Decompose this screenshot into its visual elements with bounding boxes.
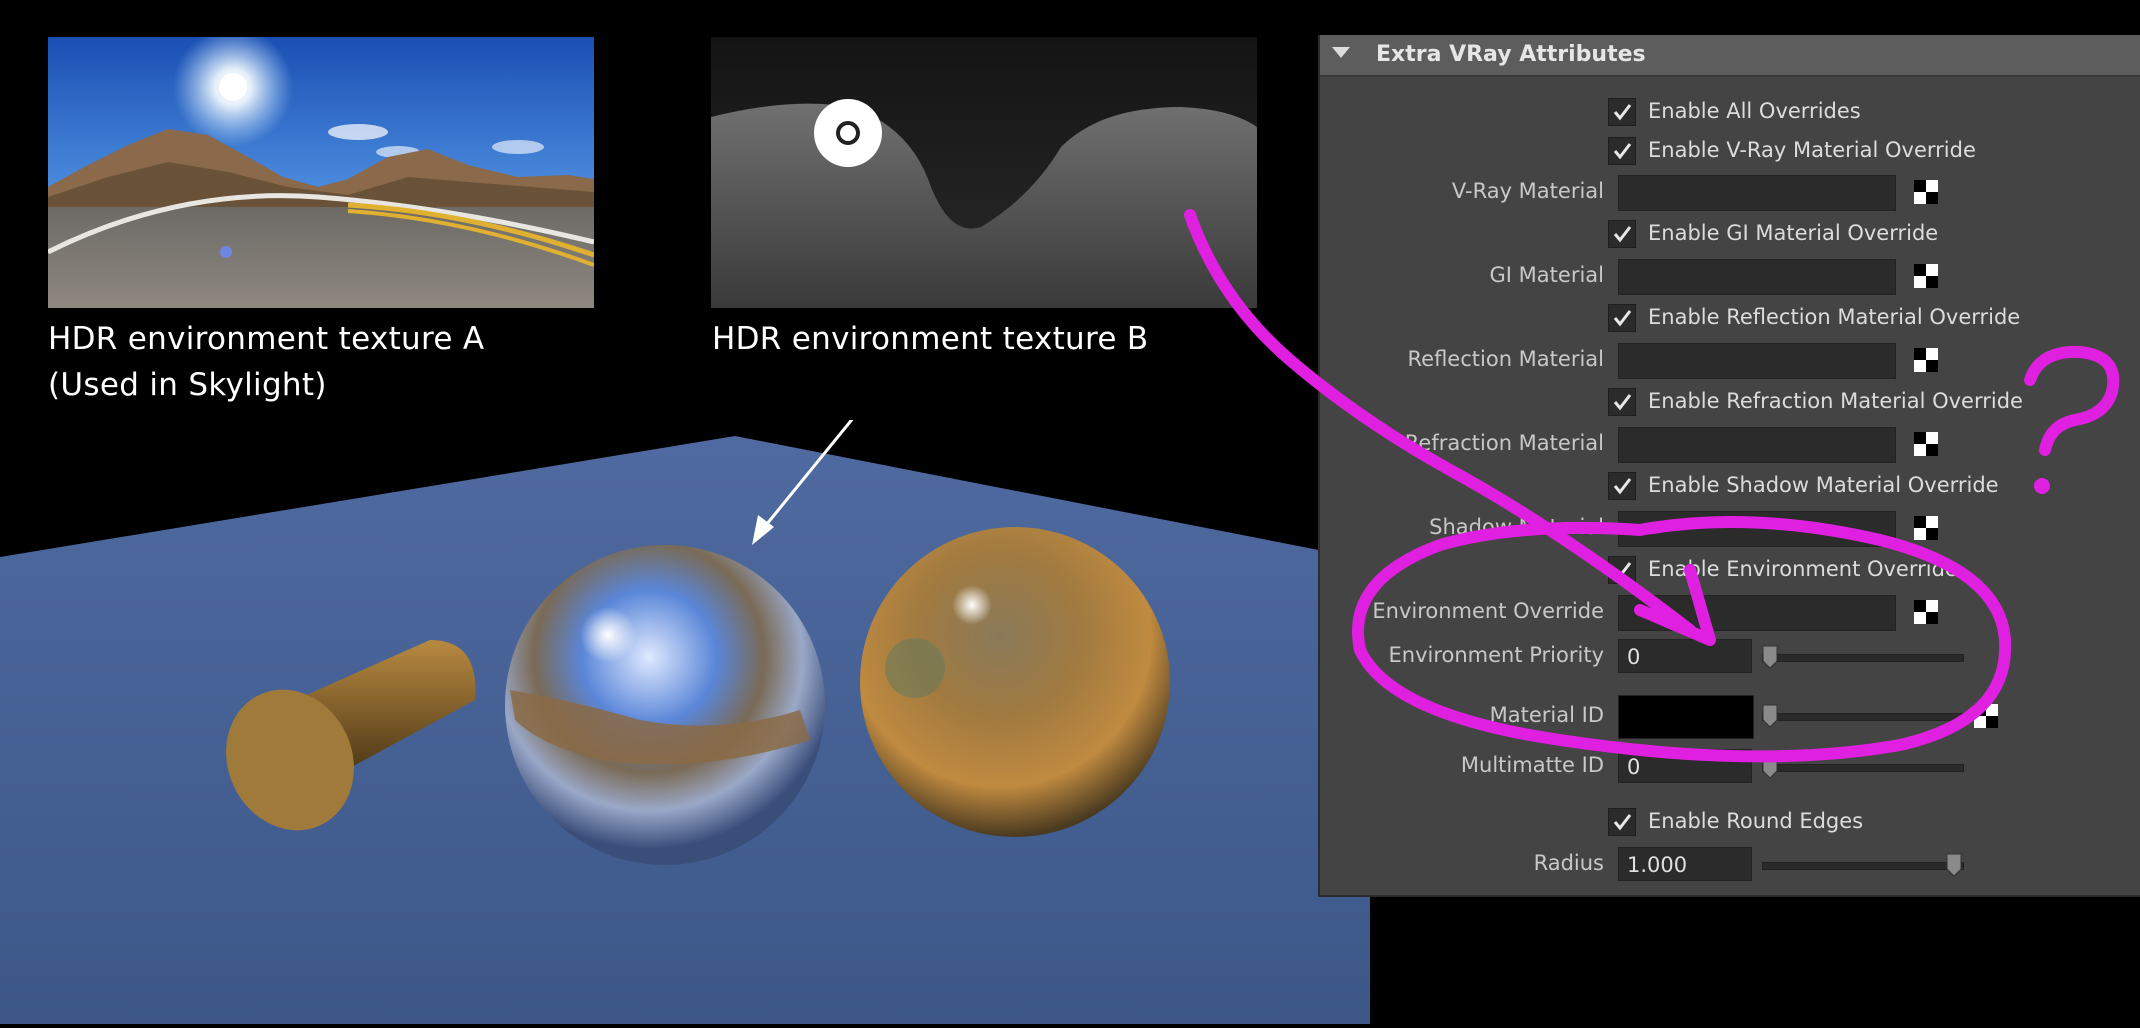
annotation-arrow (1184, 209, 1696, 636)
annotation-overlay (1184, 209, 2120, 763)
annotation-circle (1351, 516, 2012, 763)
question-mark-icon (2024, 345, 2120, 456)
question-mark-dot (2034, 478, 2050, 494)
